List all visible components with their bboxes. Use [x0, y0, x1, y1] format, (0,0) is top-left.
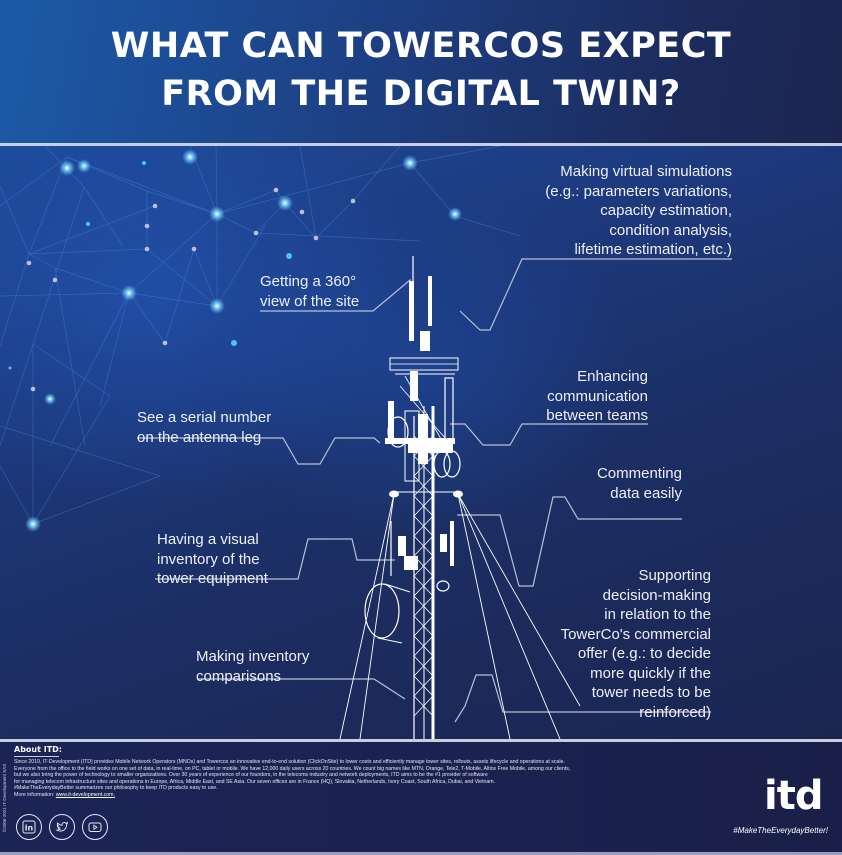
- feature-visual-inventory: Having a visual inventory of the tower e…: [157, 531, 268, 587]
- about-title-underline: [14, 756, 59, 757]
- itd-logo: itd: [764, 773, 823, 819]
- more-info-label: More information:: [14, 791, 56, 798]
- page-title: WHAT CAN TOWERCOS EXPECT FROM THE DIGITA…: [0, 22, 842, 118]
- about-text: Since 2010, IT-Development (ITD) provide…: [14, 759, 714, 799]
- about-title: About ITD:: [14, 745, 62, 754]
- youtube-icon: [88, 822, 102, 832]
- footer: About ITD: Since 2010, IT-Development (I…: [0, 742, 842, 852]
- header-banner: WHAT CAN TOWERCOS EXPECT FROM THE DIGITA…: [0, 0, 842, 143]
- infographic-main: Making virtual simulations (e.g.: parame…: [0, 146, 842, 739]
- svg-text:in: in: [25, 824, 34, 833]
- about-line: for managing telecom infrastructure site…: [14, 778, 496, 785]
- feature-360-view: Getting a 360° view of the site: [260, 273, 360, 310]
- about-line: #MakeTheEverydayBetter summarizes our ph…: [14, 785, 218, 792]
- youtube-button[interactable]: [82, 814, 108, 840]
- copyright-notice: ©2006-2021 IT-Development SAS: [2, 763, 7, 832]
- more-info-line: More information: www.it-development.com…: [14, 792, 714, 799]
- feature-commenting-data: Commenting data easily: [596, 465, 682, 502]
- feature-virtual-simulations: Making virtual simulations (e.g.: parame…: [545, 163, 732, 258]
- about-line: Since 2010, IT-Development (ITD) provide…: [14, 759, 565, 765]
- title-line-2: FROM THE DIGITAL TWIN?: [161, 74, 681, 114]
- twitter-icon: [55, 821, 69, 832]
- feature-serial-number: See a serial number on the antenna leg: [137, 409, 272, 446]
- twitter-button[interactable]: [49, 814, 75, 840]
- about-line: but we also bring the power of technolog…: [14, 772, 488, 779]
- title-line-1: WHAT CAN TOWERCOS EXPECT: [110, 26, 732, 66]
- network-lines: [0, 146, 521, 525]
- linkedin-icon: in: [22, 820, 36, 834]
- feature-enhancing-communication: Enhancing communication between teams: [546, 368, 648, 424]
- about-line: Everyone from the office to the field wo…: [14, 765, 571, 772]
- feature-decision-making: Supporting decision-making in relation t…: [560, 567, 711, 721]
- feature-inventory-comparisons: Making inventory comparisons: [196, 648, 310, 685]
- linkedin-button[interactable]: in: [16, 814, 42, 840]
- tagline: #MakeTheEverydayBetter!: [733, 826, 828, 835]
- website-link[interactable]: www.it-development.com.: [56, 792, 115, 798]
